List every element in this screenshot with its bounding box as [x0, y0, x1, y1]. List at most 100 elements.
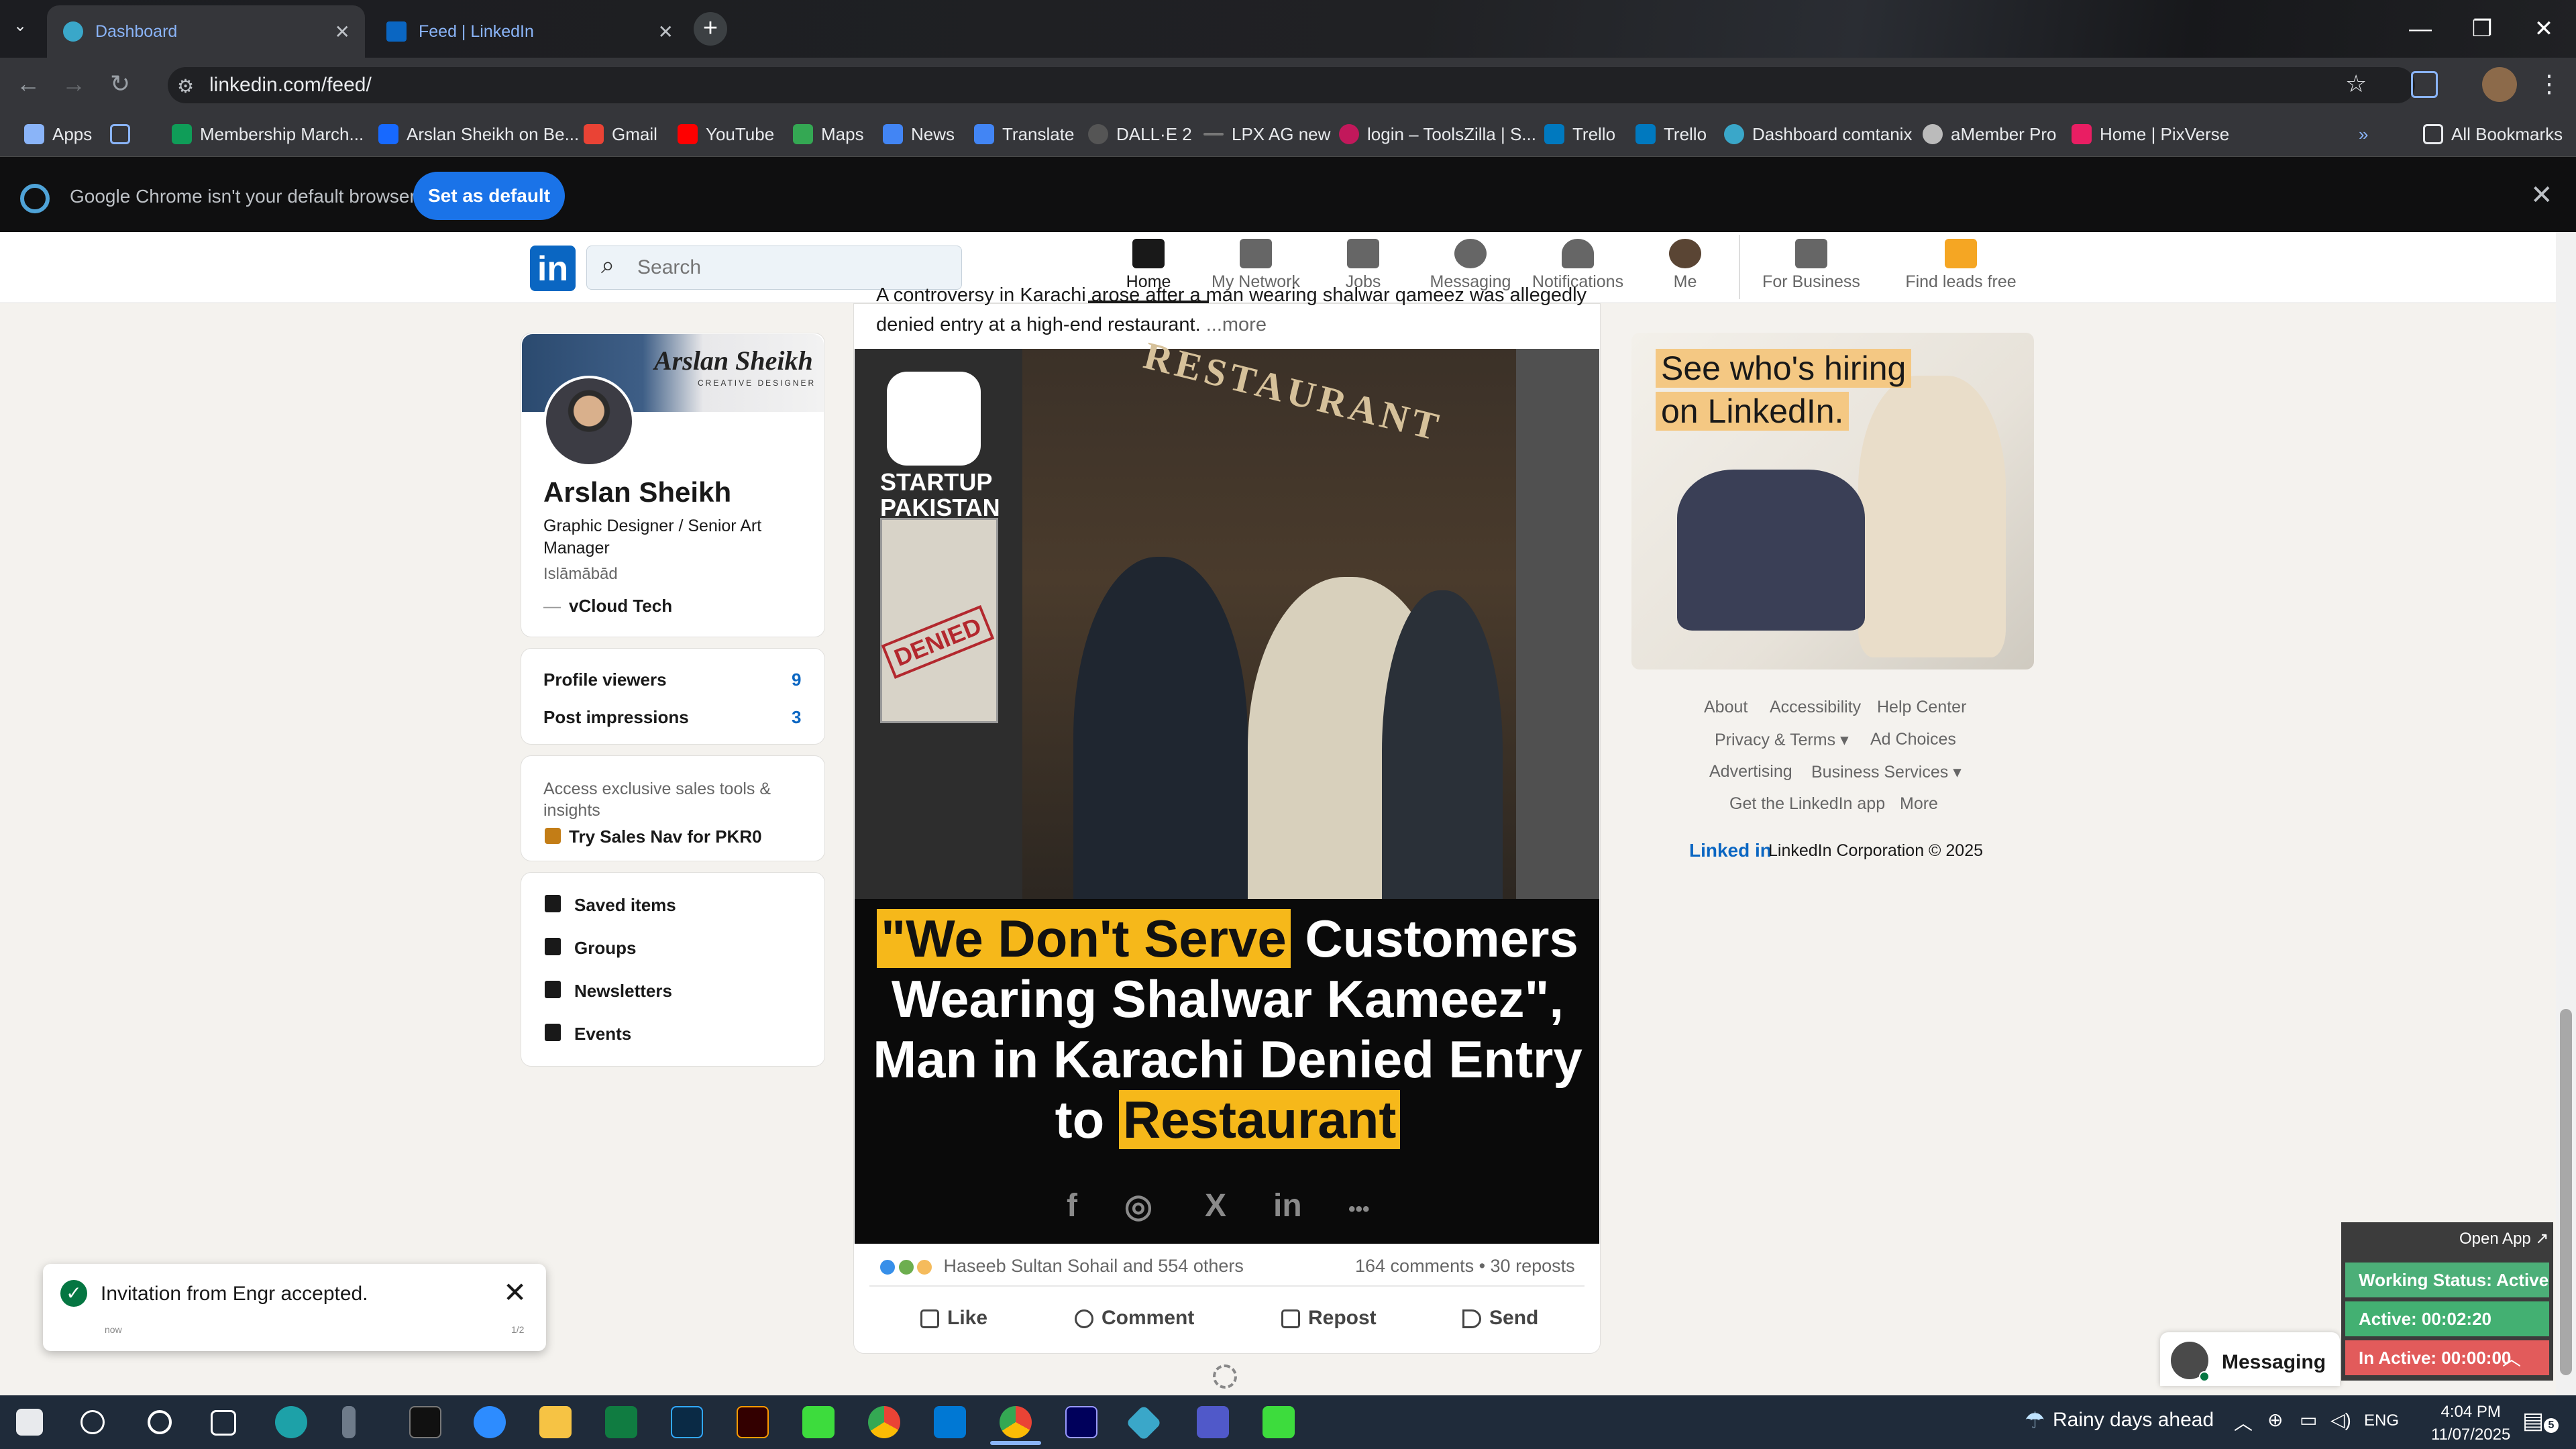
profile-company[interactable]: vCloud Tech — [569, 596, 672, 616]
reload-icon[interactable]: ↻ — [110, 70, 130, 98]
saved-items-link[interactable]: Saved items — [574, 895, 676, 916]
chevron-up-icon[interactable]: ︿ — [2502, 1344, 2521, 1371]
pen-icon[interactable] — [342, 1406, 356, 1438]
language-indicator[interactable]: ENG — [2364, 1411, 2399, 1430]
footer-help-center-link[interactable]: Help Center — [1877, 698, 1966, 717]
address-url[interactable]: linkedin.com/feed/ — [209, 74, 372, 97]
search-icon[interactable] — [80, 1410, 105, 1434]
bookmark-trello-2[interactable]: Trello — [1635, 121, 1707, 148]
address-bar[interactable] — [168, 67, 2415, 103]
clock[interactable]: 4:04 PM 11/07/2025 — [2431, 1401, 2510, 1446]
chrome-icon[interactable] — [868, 1406, 900, 1438]
bookmark-behance[interactable]: Arslan Sheikh on Be... — [378, 121, 579, 148]
nav-find-leads[interactable]: Find leads free — [1898, 239, 2023, 303]
close-tab-icon[interactable]: ✕ — [658, 21, 674, 43]
close-icon[interactable]: ✕ — [2530, 180, 2553, 211]
bookmark-lpx[interactable]: LPX AG new — [1203, 121, 1330, 148]
events-link[interactable]: Events — [574, 1024, 631, 1044]
set-as-default-button[interactable]: Set as default — [413, 172, 565, 220]
teams-icon[interactable] — [1197, 1406, 1229, 1438]
send-button[interactable]: Send — [1462, 1307, 1538, 1330]
comment-button[interactable]: Comment — [1075, 1307, 1194, 1330]
repost-button[interactable]: Repost — [1281, 1307, 1377, 1330]
chrome-active-icon[interactable] — [1000, 1406, 1032, 1438]
extensions-icon[interactable] — [2411, 71, 2438, 98]
profile-viewers-value[interactable]: 9 — [792, 669, 801, 690]
footer-accessibility-link[interactable]: Accessibility — [1770, 698, 1861, 717]
file-explorer-icon[interactable] — [539, 1406, 572, 1438]
tab-linkedin-feed[interactable]: Feed | LinkedIn ✕ — [370, 5, 688, 58]
close-tab-icon[interactable]: ✕ — [335, 21, 350, 43]
avatar[interactable] — [543, 376, 635, 467]
excel-icon[interactable] — [605, 1406, 637, 1438]
windows-start-icon[interactable] — [16, 1409, 43, 1436]
like-button[interactable]: Like — [920, 1307, 987, 1330]
bookmark-apps[interactable]: Apps — [24, 121, 92, 148]
scrollbar-thumb[interactable] — [2560, 1009, 2572, 1375]
search-input[interactable] — [637, 254, 946, 282]
volume-icon[interactable]: ◁) — [2330, 1409, 2351, 1431]
footer-more-link[interactable]: More — [1900, 794, 1938, 814]
footer-privacy-terms-link[interactable]: Privacy & Terms ▾ — [1715, 730, 1849, 750]
see-more-link[interactable]: ...more — [1206, 314, 1267, 335]
bookmark-news[interactable]: News — [883, 121, 955, 148]
new-tab-button[interactable]: + — [694, 12, 727, 46]
post-stats[interactable]: 164 comments • 30 reposts — [1355, 1256, 1575, 1277]
bookmark-grid[interactable] — [110, 121, 138, 148]
footer-business-services-link[interactable]: Business Services ▾ — [1811, 762, 1962, 782]
bookmark-pixverse[interactable]: Home | PixVerse — [2072, 121, 2229, 148]
notifications-icon[interactable]: ▤ — [2522, 1407, 2544, 1434]
vscode-icon[interactable] — [934, 1406, 966, 1438]
messaging-label[interactable]: Messaging — [2222, 1351, 2326, 1374]
try-sales-nav-link[interactable]: Try Sales Nav for PKR0 — [569, 826, 762, 847]
profile-name[interactable]: Arslan Sheikh — [543, 476, 731, 508]
post-impressions-value[interactable]: 3 — [792, 707, 801, 728]
minimize-icon[interactable]: — — [2390, 0, 2451, 58]
display-icon[interactable]: ▭ — [2300, 1409, 2317, 1431]
footer-advertising-link[interactable]: Advertising — [1709, 762, 1792, 782]
app-green-icon[interactable] — [802, 1406, 835, 1438]
weather-text[interactable]: Rainy days ahead — [2053, 1409, 2214, 1432]
bookmark-toolszilla[interactable]: login – ToolsZilla | S... — [1339, 121, 1536, 148]
zoom-icon[interactable] — [474, 1406, 506, 1438]
site-info-icon[interactable]: ⚙ — [177, 75, 194, 97]
forward-arrow-icon[interactable]: → — [62, 70, 86, 98]
more-bookmarks-icon[interactable]: » — [2359, 121, 2368, 148]
task-view-icon[interactable] — [211, 1410, 236, 1436]
bookmark-translate[interactable]: Translate — [974, 121, 1074, 148]
premiere-icon[interactable] — [1065, 1406, 1097, 1438]
nav-for-business[interactable]: For Business — [1751, 239, 1872, 303]
newsletters-link[interactable]: Newsletters — [574, 981, 672, 1002]
tab-dashboard[interactable]: Dashboard ✕ — [47, 5, 365, 58]
footer-get-app-link[interactable]: Get the LinkedIn app — [1729, 794, 1885, 814]
post-impressions-label[interactable]: Post impressions — [543, 707, 689, 728]
terminal-icon[interactable] — [409, 1406, 441, 1438]
footer-about-link[interactable]: About — [1704, 698, 1748, 717]
bookmark-youtube[interactable]: YouTube — [678, 121, 774, 148]
bookmark-star-icon[interactable]: ☆ — [2345, 70, 2367, 98]
bookmark-maps[interactable]: Maps — [793, 121, 864, 148]
groups-link[interactable]: Groups — [574, 938, 636, 959]
photoshop-icon[interactable] — [671, 1406, 703, 1438]
bookmark-dalle[interactable]: DALL·E 2 — [1088, 121, 1192, 148]
chrome-menu-icon[interactable]: ⋮ — [2537, 70, 2561, 98]
restore-icon[interactable]: ❐ — [2451, 0, 2513, 58]
bookmark-dashboard-comtanix[interactable]: Dashboard comtanix — [1724, 121, 1912, 148]
open-app-link[interactable]: Open App ↗ — [2459, 1229, 2549, 1248]
footer-ad-choices-link[interactable]: Ad Choices — [1870, 730, 1956, 749]
linkedin-logo[interactable]: in — [530, 246, 576, 291]
edge-icon[interactable] — [275, 1406, 307, 1438]
close-window-icon[interactable]: ✕ — [2513, 0, 2575, 58]
nav-me[interactable]: Me — [1625, 239, 1746, 303]
back-arrow-icon[interactable]: ← — [16, 70, 40, 98]
profile-viewers-label[interactable]: Profile viewers — [543, 669, 667, 690]
bookmark-trello-1[interactable]: Trello — [1544, 121, 1615, 148]
network-icon[interactable]: ⊕ — [2267, 1409, 2283, 1431]
illustrator-icon[interactable] — [737, 1406, 769, 1438]
tab-search-chevron-icon[interactable]: ⌄ — [13, 16, 27, 36]
cortana-icon[interactable] — [148, 1410, 172, 1434]
bookmark-gmail[interactable]: Gmail — [584, 121, 657, 148]
app-green-2-icon[interactable] — [1263, 1406, 1295, 1438]
bookmark-membership[interactable]: Membership March... — [172, 121, 364, 148]
bookmark-amember[interactable]: aMember Pro — [1923, 121, 2057, 148]
